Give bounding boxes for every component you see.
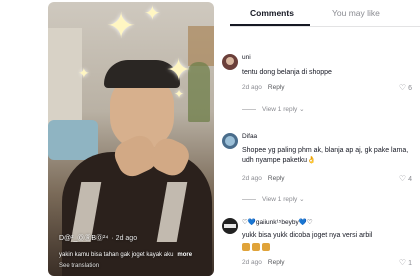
comment-username[interactable]: ♡💙gaiiunk¹⁵beyby💙♡ <box>242 218 313 226</box>
sparkle-icon: ✦ <box>166 54 192 87</box>
view-replies-label: View 1 reply <box>262 196 298 203</box>
view-replies-button[interactable]: View 1 reply ⌄ <box>242 105 305 113</box>
avatar[interactable] <box>222 133 238 149</box>
comment-text: Shopee yg paling phm ak, blanja ap aj, g… <box>242 147 409 164</box>
like-count: 6 <box>408 85 412 92</box>
emoji-icon <box>251 243 260 252</box>
video-background-sofa <box>48 120 98 160</box>
video-date: · 2d ago <box>111 235 138 242</box>
emoji-icon <box>261 243 270 252</box>
comment-meta: 2d ago Reply <box>242 84 285 91</box>
sparkle-icon: ✦ <box>174 87 185 101</box>
video-background-plant <box>188 62 210 122</box>
reply-button[interactable]: Reply <box>268 175 285 182</box>
see-translation-link[interactable]: See translation <box>59 263 99 269</box>
comment-date: 2d ago <box>242 84 262 91</box>
comment-text: yukk bisa yukk dicoba joget nya versi ar… <box>242 232 373 239</box>
tab-comments[interactable]: Comments <box>250 8 294 18</box>
heart-icon: ♡ <box>398 258 407 267</box>
video-background-lamp <box>188 26 214 66</box>
comment-date: 2d ago <box>242 259 262 266</box>
heart-icon: ♡ <box>398 174 407 183</box>
divider <box>242 198 256 200</box>
comment-meta: 2d ago Reply <box>242 259 285 266</box>
like-button[interactable]: ♡ 1 <box>399 258 412 267</box>
avatar[interactable] <box>222 54 238 70</box>
view-replies-button[interactable]: View 1 reply ⌄ <box>242 195 305 203</box>
like-count: 1 <box>408 260 412 267</box>
video-author-name[interactable]: D@²_ⓄⓇBⓄ²⁴ <box>59 235 108 242</box>
comments-tabs: Comments You may like <box>230 0 420 26</box>
comment-text: tentu dong belanja di shoppe <box>242 69 332 76</box>
sparkle-icon: ✦ <box>144 3 161 25</box>
video-author[interactable]: D@²_ⓄⓇBⓄ²⁴ · 2d ago <box>59 233 137 243</box>
like-button[interactable]: ♡ 6 <box>399 83 412 92</box>
tab-you-may-like[interactable]: You may like <box>332 8 380 18</box>
sparkle-icon: ✦ <box>106 5 137 46</box>
reply-button[interactable]: Reply <box>268 259 285 266</box>
comment-username[interactable]: Difaa <box>242 133 257 140</box>
comment-meta: 2d ago Reply <box>242 175 285 182</box>
chevron-down-icon: ⌄ <box>299 106 305 113</box>
chevron-down-icon: ⌄ <box>299 196 305 203</box>
avatar[interactable] <box>222 218 238 234</box>
more-button[interactable]: more <box>177 252 192 258</box>
reply-button[interactable]: Reply <box>268 84 285 91</box>
like-count: 4 <box>408 176 412 183</box>
heart-icon: ♡ <box>398 83 407 92</box>
sparkle-icon: ✦ <box>78 65 90 81</box>
video-caption-text: yakin kamu bisa tahan gak joget kayak ak… <box>59 252 174 258</box>
like-button[interactable]: ♡ 4 <box>399 174 412 183</box>
comment-emoji-row <box>242 243 414 253</box>
emoji-icon <box>242 243 250 252</box>
divider <box>242 108 256 110</box>
comment-username[interactable]: uni <box>242 54 251 61</box>
divider <box>230 26 420 27</box>
comment-date: 2d ago <box>242 175 262 182</box>
video-caption: yakin kamu bisa tahan gak joget kayak ak… <box>59 252 192 258</box>
view-replies-label: View 1 reply <box>262 106 298 113</box>
